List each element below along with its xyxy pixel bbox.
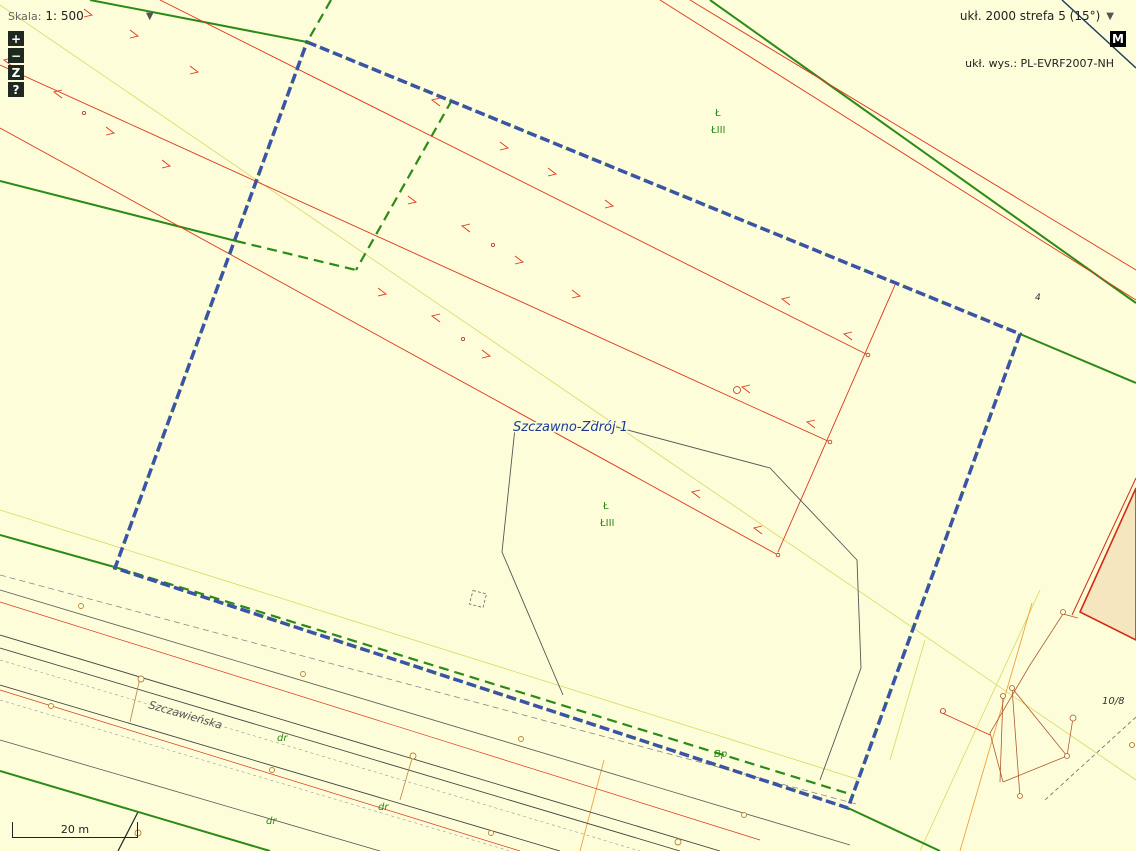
landuse-upper-class: ŁIII <box>710 125 725 136</box>
road-utility-nodes <box>48 603 747 846</box>
crs-dropdown-icon[interactable]: ▼ <box>1106 11 1114 22</box>
landuse-center-class: ŁIII <box>599 518 614 529</box>
zoom-controls: + − Z ? <box>8 31 24 97</box>
parcel-number-10-8: 10/8 <box>1102 696 1124 707</box>
map-labels: Szczawno-Zdrój 1 Szczawieńska 4 10/8 Ł Ł… <box>147 108 1124 827</box>
height-system-label: ukł. wys.: PL-EVRF2007-NH <box>965 57 1114 70</box>
scale-value: 1: 500 <box>45 9 84 23</box>
zoom-out-button[interactable]: − <box>8 48 24 63</box>
scale-dropdown-icon[interactable]: ▼ <box>146 11 154 22</box>
landuse-dr-1: dr <box>277 733 288 744</box>
small-dashed-box <box>468 589 488 609</box>
zoom-in-button[interactable]: + <box>8 31 24 46</box>
scale-selector[interactable]: Skala: 1: 500 ▼ <box>8 9 154 23</box>
coordinate-system-label: ukł. 2000 strefa 5 (15°) <box>959 9 1101 23</box>
building[interactable] <box>1078 487 1136 641</box>
parcel-boundaries-dashed <box>117 0 854 797</box>
orange-utility-lines <box>579 602 1033 851</box>
survey-outline <box>501 427 564 696</box>
power-lines <box>0 0 1136 736</box>
coordinate-system-selector[interactable]: ukł. 2000 strefa 5 (15°) ▼ <box>960 9 1114 23</box>
landuse-dr-2: dr <box>378 802 389 813</box>
region-label: Szczawno-Zdrój 1 <box>513 420 628 435</box>
parcel-number-4: 4 <box>1035 293 1041 303</box>
utility-network-right <box>989 613 1079 798</box>
power-line-nodes <box>82 111 946 714</box>
landuse-upper-symbol: Ł <box>714 108 721 119</box>
zoom-extent-button[interactable]: Z <box>8 65 24 80</box>
scale-bar: 20 m <box>12 822 138 838</box>
landuse-dr-3: dr <box>266 816 277 827</box>
scale-label: Skala: <box>8 9 42 23</box>
map-mode-button[interactable]: M <box>1110 31 1126 47</box>
landuse-center-symbol: Ł <box>602 501 609 512</box>
help-button[interactable]: ? <box>8 82 24 97</box>
grey-dashed-boundary <box>1044 716 1136 801</box>
landuse-bp: Bp <box>714 749 727 760</box>
map-canvas[interactable]: Szczawno-Zdrój 1 Szczawieńska 4 10/8 Ł Ł… <box>0 0 1136 851</box>
